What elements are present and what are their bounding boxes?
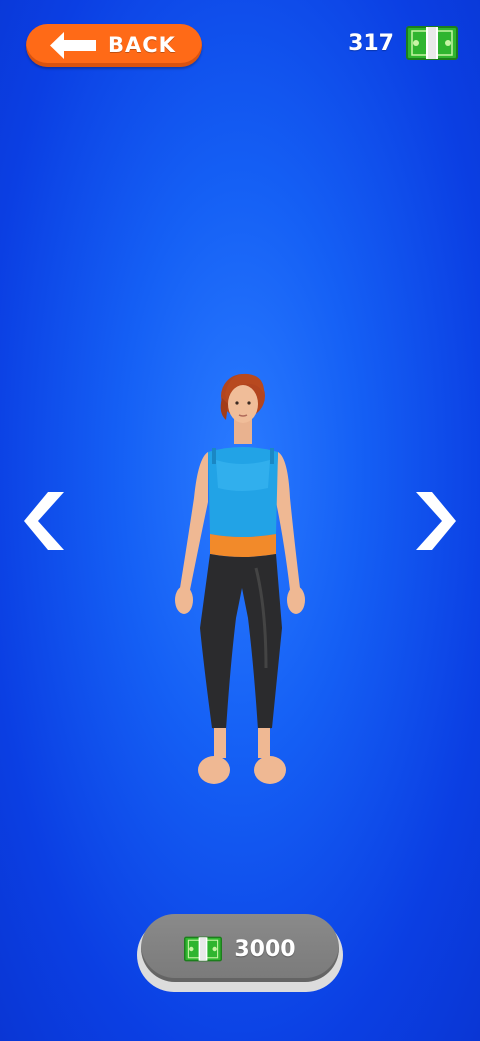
arrow-left-icon — [50, 32, 96, 59]
buy-button[interactable]: 3000 — [137, 914, 343, 992]
buy-button-content: 3000 — [137, 914, 343, 984]
chevron-left-icon[interactable] — [24, 492, 64, 550]
cash-bundle-icon — [406, 26, 458, 60]
coin-count: 317 — [348, 30, 394, 56]
price-label: 3000 — [234, 936, 296, 962]
back-button[interactable]: BACK — [26, 24, 202, 67]
currency-display: 317 — [348, 26, 458, 60]
back-label: BACK — [108, 33, 176, 57]
character-model — [175, 373, 305, 784]
cash-bundle-icon — [184, 936, 223, 962]
chevron-right-icon[interactable] — [416, 492, 456, 550]
